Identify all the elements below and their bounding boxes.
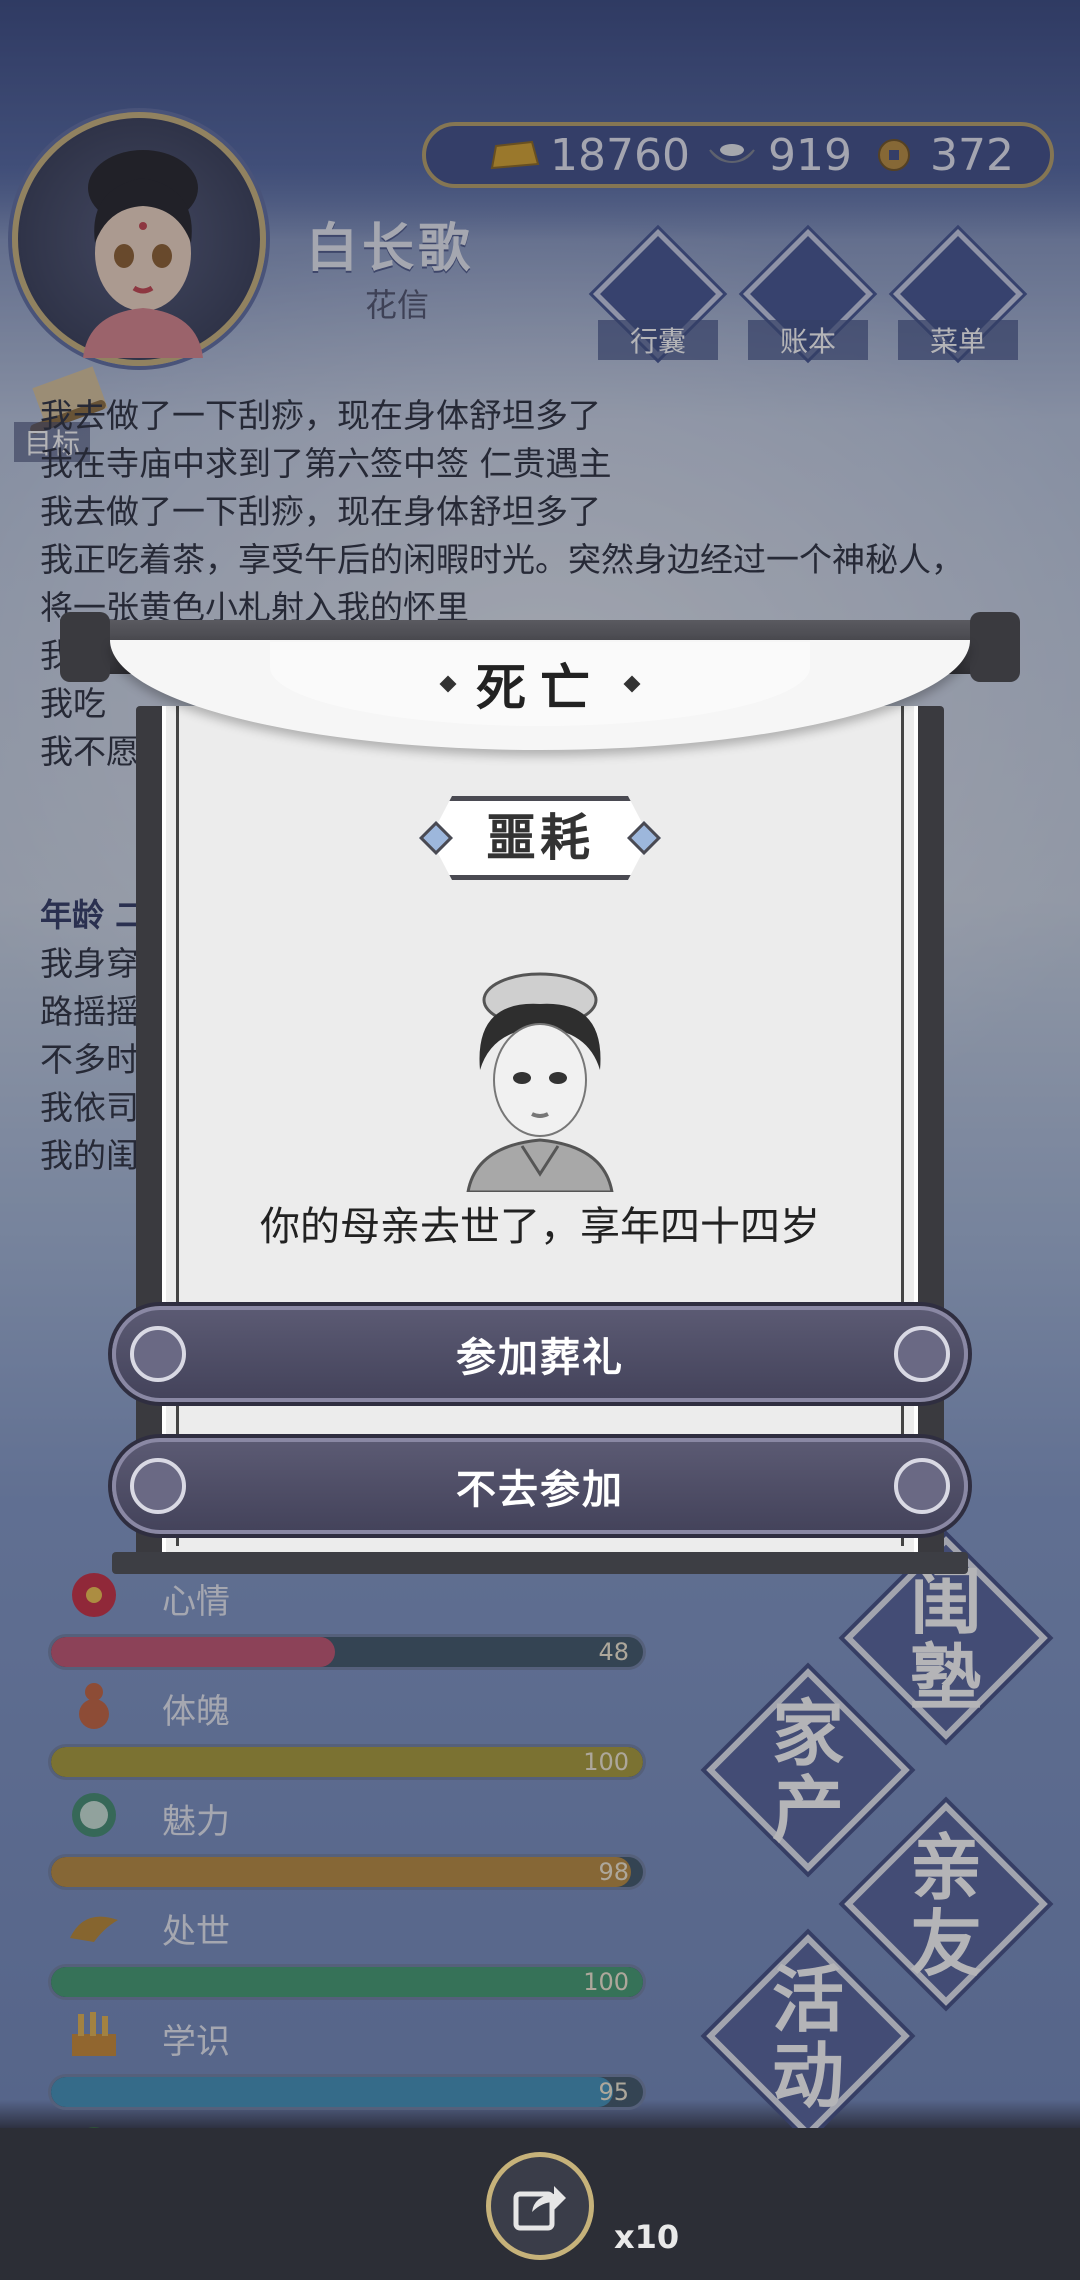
mother-portrait-icon <box>466 972 614 1192</box>
cloud-ornament-icon <box>130 1458 186 1514</box>
rod-cap <box>60 612 110 682</box>
diamond-dot-icon <box>439 675 457 693</box>
bad-news-badge: 噩耗 <box>419 792 661 884</box>
badge-text: 噩耗 <box>486 809 594 867</box>
share-icon <box>513 2186 566 2231</box>
rod-cap <box>970 612 1020 682</box>
cloud-ornament-icon <box>894 1326 950 1382</box>
attend-funeral-button[interactable]: 参加葬礼 <box>112 1306 968 1402</box>
death-message: 你的母亲去世了，享年四十四岁 <box>260 1204 820 1250</box>
share-button[interactable] <box>486 2152 594 2260</box>
decline-funeral-label: 不去参加 <box>456 1467 624 1513</box>
attend-funeral-label: 参加葬礼 <box>456 1335 624 1381</box>
modal-bottom-rod <box>112 1552 968 1574</box>
cloud-ornament-icon <box>894 1458 950 1514</box>
decline-funeral-button[interactable]: 不去参加 <box>112 1438 968 1534</box>
diamond-dot-icon <box>623 675 641 693</box>
cloud-ornament-icon <box>130 1326 186 1382</box>
modal-title: 死亡 <box>476 659 604 717</box>
share-count: x10 <box>614 2218 680 2256</box>
